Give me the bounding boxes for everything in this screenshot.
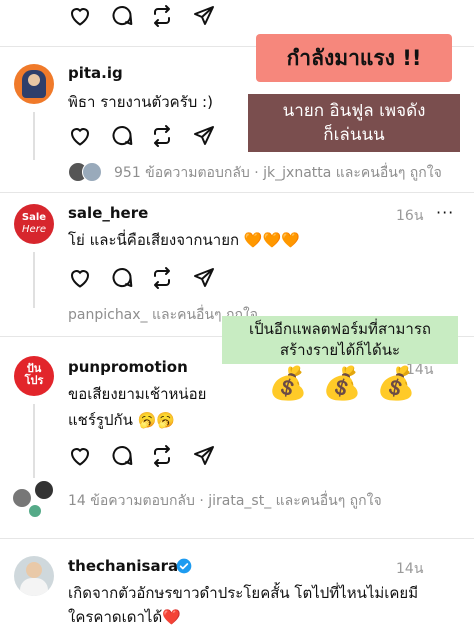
repost-icon[interactable] <box>150 124 174 148</box>
heart-icon[interactable] <box>68 4 92 28</box>
post-time: 14น <box>396 561 424 577</box>
verified-badge-icon <box>176 558 192 574</box>
post-text: โย่ และนี่คือเสียงจากนายก 🧡🧡🧡 <box>68 231 300 249</box>
mayor-overlay-line2: ก็เล่นนน <box>323 125 385 145</box>
avatar-text: Here <box>22 224 46 235</box>
trending-overlay-text: กำลังมาแรง !! <box>286 45 422 70</box>
comment-icon[interactable] <box>110 4 134 28</box>
thread-line <box>33 112 35 160</box>
share-icon[interactable] <box>192 444 216 468</box>
trending-overlay: กำลังมาแรง !! <box>256 34 452 82</box>
avatar[interactable] <box>14 64 54 104</box>
thread-line <box>33 252 35 308</box>
avatar-text: โปร <box>24 374 44 387</box>
reply-avatar <box>12 488 32 508</box>
post-text-line1: ขอเสียงยามเช้าหน่อย <box>68 385 207 403</box>
post-text-line1: เกิดจากตัวอักษรขาวดำประโยคสั้น โตไปที่ไห… <box>68 584 419 602</box>
reply-summary[interactable]: 951 ข้อความตอบกลับ · jk_jxnatta และคนอื่… <box>114 162 442 184</box>
username[interactable]: pita.ig <box>68 64 123 82</box>
avatar-text: Sale <box>21 212 47 223</box>
more-options-icon[interactable]: ··· <box>436 203 454 222</box>
money-bag-icon: 💰 <box>376 364 416 402</box>
post-time: 16น <box>396 208 424 224</box>
avatar[interactable] <box>14 556 54 596</box>
avatar[interactable]: ปัน โปร <box>14 356 54 396</box>
heart-icon[interactable] <box>68 266 92 290</box>
username[interactable]: thechanisara <box>68 557 178 575</box>
mayor-overlay: นายก อินฟูล เพจดัง ก็เล่นนน <box>248 94 460 152</box>
money-bag-icon: 💰 <box>322 364 362 402</box>
post-text-line2: แชร์รูปกัน 🥱🥱 <box>68 411 175 429</box>
reply-summary[interactable]: 14 ข้อความตอบกลับ · jirata_st_ และคนอื่น… <box>68 490 382 512</box>
comment-icon[interactable] <box>110 124 134 148</box>
reply-avatar <box>34 480 54 500</box>
comment-icon[interactable] <box>110 266 134 290</box>
share-icon[interactable] <box>192 266 216 290</box>
avatar[interactable]: Sale Here <box>14 204 54 244</box>
platform-overlay: เป็นอีกแพลตฟอร์มที่สามารถ สร้างรายได้ก็ไ… <box>222 316 458 364</box>
mayor-overlay-line1: นายก อินฟูล เพจดัง <box>282 101 426 121</box>
username[interactable]: punpromotion <box>68 358 188 376</box>
divider <box>0 538 474 539</box>
platform-overlay-line1: เป็นอีกแพลตฟอร์มที่สามารถ <box>249 320 431 338</box>
comment-icon[interactable] <box>110 444 134 468</box>
username[interactable]: sale_here <box>68 204 148 222</box>
reply-avatar <box>82 162 102 182</box>
repost-icon[interactable] <box>150 444 174 468</box>
platform-overlay-line2: สร้างรายได้ก็ได้นะ <box>279 341 401 359</box>
repost-icon[interactable] <box>150 266 174 290</box>
share-icon[interactable] <box>192 4 216 28</box>
post-text-line2: ใครคาดเดาได้❤️ <box>68 608 181 626</box>
post-text: พิธา รายงานตัวครับ :) <box>68 93 213 111</box>
reply-avatar <box>28 504 42 518</box>
share-icon[interactable] <box>192 124 216 148</box>
repost-icon[interactable] <box>150 4 174 28</box>
divider <box>0 192 474 193</box>
heart-icon[interactable] <box>68 124 92 148</box>
money-bag-icon: 💰 <box>268 364 308 402</box>
heart-icon[interactable] <box>68 444 92 468</box>
thread-line <box>33 404 35 478</box>
